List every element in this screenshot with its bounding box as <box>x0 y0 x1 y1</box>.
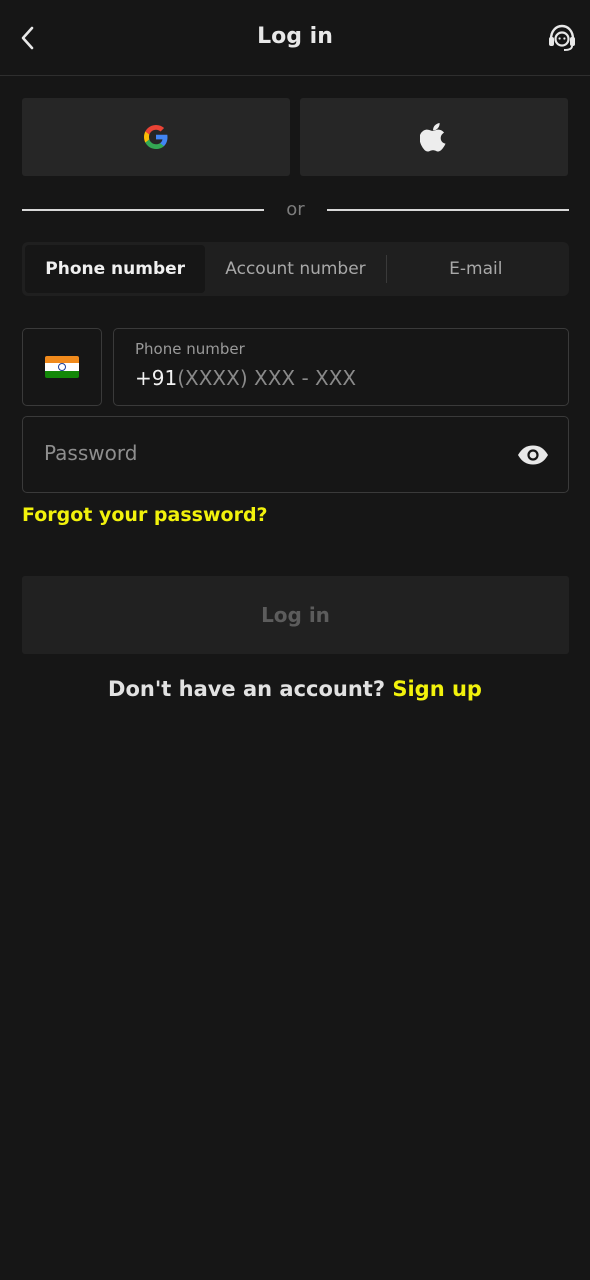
password-field[interactable]: Password <box>22 416 569 493</box>
signup-question: Don't have an account? <box>108 677 386 701</box>
phone-prefix: +91 <box>135 366 178 390</box>
divider-line-right <box>327 209 569 211</box>
tab-phone-number[interactable]: Phone number <box>25 245 206 293</box>
phone-number-input[interactable]: +91(XXXX) XXX - XXX <box>135 365 356 391</box>
login-method-tabs: Phone number Account number E-mail <box>22 242 569 296</box>
signup-link[interactable]: Sign up <box>392 677 482 701</box>
phone-mask: (XXXX) XXX - XXX <box>177 366 357 390</box>
phone-number-label: Phone number <box>135 340 245 358</box>
signup-prompt: Don't have an account? Sign up <box>0 674 590 704</box>
country-code-selector[interactable] <box>22 328 102 406</box>
google-icon <box>144 125 168 149</box>
password-input[interactable]: Password <box>44 441 137 465</box>
headset-support-icon <box>549 24 575 51</box>
app-header: Log in <box>0 0 590 76</box>
tab-email[interactable]: E-mail <box>385 245 566 293</box>
forgot-password-link[interactable]: Forgot your password? <box>22 504 268 526</box>
google-login-button[interactable] <box>22 98 290 176</box>
page-title: Log in <box>257 24 333 49</box>
india-flag-icon <box>45 356 79 378</box>
support-button[interactable] <box>544 20 580 56</box>
toggle-password-visibility-button[interactable] <box>516 439 550 471</box>
apple-login-button[interactable] <box>300 98 568 176</box>
apple-icon <box>420 123 446 152</box>
or-divider: or <box>22 196 569 224</box>
phone-number-field[interactable]: Phone number +91(XXXX) XXX - XXX <box>113 328 569 406</box>
tab-account-number[interactable]: Account number <box>205 245 385 293</box>
login-button[interactable]: Log in <box>22 576 569 654</box>
eye-icon <box>518 445 548 465</box>
